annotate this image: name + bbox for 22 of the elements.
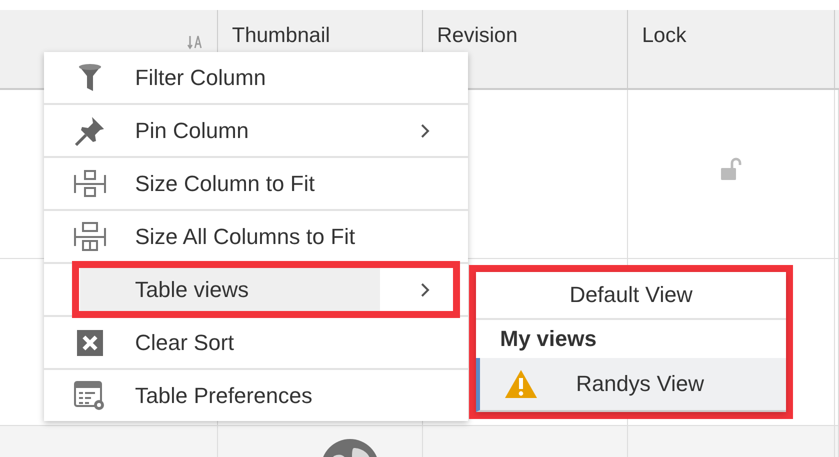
view-option[interactable]: Randys View bbox=[476, 358, 786, 412]
table-settings-icon bbox=[74, 380, 106, 412]
chevron-right-icon bbox=[420, 123, 430, 139]
filter-icon bbox=[78, 62, 102, 92]
chevron-right-icon bbox=[420, 282, 430, 298]
unlocked-padlock-icon bbox=[720, 157, 742, 181]
column-header[interactable]: Lock bbox=[642, 24, 686, 48]
menu-item[interactable]: Table Preferences bbox=[44, 370, 468, 421]
warning-icon bbox=[504, 369, 538, 399]
close-icon bbox=[76, 328, 104, 356]
menu-item[interactable]: Clear Sort bbox=[44, 317, 468, 370]
submenu-heading: My views bbox=[499, 325, 598, 353]
menu-item[interactable]: Table views bbox=[44, 264, 468, 317]
columns-resize-icon bbox=[72, 220, 106, 254]
menu-item[interactable]: Pin Column bbox=[44, 105, 468, 158]
column-header[interactable]: Revision bbox=[437, 24, 518, 48]
menu-item[interactable]: Size Column to Fit bbox=[44, 158, 468, 211]
view-option[interactable]: Default View bbox=[476, 272, 786, 320]
column-header[interactable]: Thumbnail bbox=[232, 24, 330, 48]
pushpin-icon bbox=[74, 114, 106, 146]
sort-icon[interactable] bbox=[187, 34, 203, 50]
menu-item[interactable]: Filter Column bbox=[44, 52, 468, 105]
